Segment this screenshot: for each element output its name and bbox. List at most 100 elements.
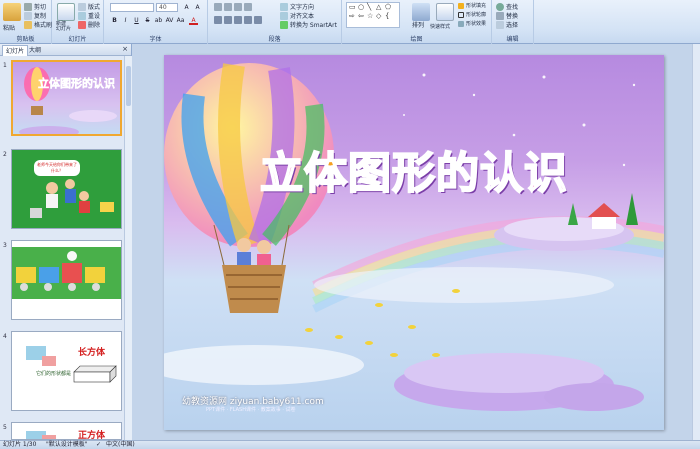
close-icon[interactable]: × (122, 45, 128, 53)
slides-pane: 幻灯片 大纲 × 1 立体图形的认识 2 老师今天给你们带来了什么？ 3 4 长… (0, 44, 132, 440)
font-name-combo[interactable] (110, 3, 154, 12)
title-char: 立 (259, 148, 304, 200)
pane-scrollbar[interactable] (124, 56, 132, 440)
slide-thumbnail-2[interactable]: 老师今天给你们带来了什么？ (11, 149, 122, 229)
arrange-button[interactable]: 排列 (412, 20, 424, 29)
title-char: 的 (435, 148, 480, 200)
title-char: 识 (523, 148, 568, 200)
align-right-icon (234, 16, 242, 24)
align-buttons[interactable] (214, 16, 262, 24)
language[interactable]: 中文(中国) (106, 441, 135, 449)
quick-styles-icon[interactable] (436, 3, 454, 21)
thumb4-caption: 它们的形状都是 (36, 371, 72, 377)
format-painter-button[interactable]: 格式刷 (24, 20, 52, 29)
text-direction-icon (280, 2, 288, 11)
slide-thumbnail-5[interactable]: 正方体 (11, 422, 122, 440)
indent-icon (234, 3, 242, 11)
columns-icon (254, 16, 262, 24)
title-char: 体 (303, 148, 348, 200)
spacing-button[interactable]: AV (165, 16, 174, 25)
smartart-button[interactable]: 转换为 SmartArt (280, 20, 337, 29)
paste-button[interactable]: 粘贴 (3, 23, 15, 32)
outdent-icon (244, 3, 252, 11)
font-group: 40 A A B I U S ab AV Aa A 字体 (104, 0, 208, 44)
new-slide-button[interactable]: 新建 幻灯片 (56, 22, 71, 32)
paragraph-group: 文字方向 对齐文本 转换为 SmartArt 段落 (208, 0, 342, 44)
new-slide-icon[interactable] (57, 3, 75, 21)
paste-icon[interactable] (3, 3, 21, 21)
scissors-icon (24, 2, 32, 11)
reset-icon (78, 11, 86, 20)
slides-label: 幻灯片 (68, 36, 87, 43)
text-direction-button[interactable]: 文字方向 (280, 2, 314, 11)
replace-button[interactable]: 替换 (496, 11, 518, 20)
delete-icon (78, 20, 86, 29)
font-size-combo[interactable]: 40 (156, 3, 178, 12)
tab-outline[interactable]: 大纲 (26, 45, 44, 56)
smartart-icon (280, 20, 288, 29)
align-text-button[interactable]: 对齐文本 (280, 11, 314, 20)
cut-button[interactable]: 剪切 (24, 2, 46, 11)
shapes-gallery[interactable]: ▭ ○ ╲ △ ⬠ ⇨ ⇦ ☆ ◇{ (346, 2, 400, 28)
delete-button[interactable]: 删除 (78, 20, 100, 29)
shape-fill-button[interactable]: 形状填充 (458, 2, 486, 9)
thumb-number: 4 (3, 333, 7, 340)
find-button[interactable]: 查找 (496, 2, 518, 11)
find-icon (496, 2, 504, 11)
bullets-button[interactable] (214, 3, 252, 11)
thumb3-art (12, 247, 121, 299)
title-char: 图 (347, 148, 392, 200)
shape-outline-button[interactable]: 形状轮廓 (458, 11, 486, 18)
drawing-group: ▭ ○ ╲ △ ⬠ ⇨ ⇦ ☆ ◇{ 排列 快速样式 形状填充 形状轮廓 形状效果 绘图 (342, 0, 492, 44)
drawing-label: 绘图 (410, 36, 423, 43)
title-char: 形 (391, 148, 436, 200)
italic-button[interactable]: I (121, 16, 130, 25)
brush-icon (24, 20, 32, 29)
quick-styles-button[interactable]: 快速样式 (430, 23, 450, 30)
case-button[interactable]: Aa (176, 16, 185, 25)
thumb1-art (19, 67, 117, 134)
pane-tabs: 幻灯片 大纲 × (0, 44, 131, 56)
numbering-icon (224, 3, 232, 11)
copy-button[interactable]: 复制 (24, 11, 46, 20)
slide-title[interactable]: 立体图形的认识 (259, 139, 568, 201)
bold-button[interactable]: B (110, 16, 119, 25)
font-label: 字体 (149, 36, 162, 43)
status-bar: 幻灯片 1/30 "默认设计模板" ✓ 中文(中国) (0, 440, 700, 449)
thumb-number: 3 (3, 242, 7, 249)
title-char: 认 (479, 148, 524, 200)
grow-font-button[interactable]: A (182, 3, 191, 12)
thumb-number: 2 (3, 151, 7, 158)
slide-thumbnail-3[interactable] (11, 240, 122, 320)
layout-button[interactable]: 版式 (78, 2, 100, 11)
copy-icon (24, 11, 32, 20)
select-button[interactable]: 选择 (496, 20, 518, 29)
canvas-scrollbar[interactable] (692, 44, 700, 440)
slides-group: 新建 幻灯片 版式 重设 删除 幻灯片 (52, 0, 104, 44)
slide-thumbnail-4[interactable]: 长方体 它们的形状都是 (11, 331, 122, 411)
strike-button[interactable]: S (143, 16, 152, 25)
effects-icon (458, 20, 464, 27)
ribbon: 粘贴 剪切 复制 格式刷 剪贴板 新建 幻灯片 版式 重设 删除 幻灯片 40 … (0, 0, 700, 44)
align-text-icon (280, 11, 288, 20)
slide[interactable]: 立体图形的认识 幼教资源网 ziyuan.baby611.com PPT课件 ·… (164, 55, 664, 430)
shadow-button[interactable]: ab (154, 16, 163, 25)
thumb5-art (26, 431, 56, 439)
layout-icon (78, 2, 86, 11)
theme-name: "默认设计模板" (46, 441, 88, 448)
thumb-number: 5 (3, 424, 7, 431)
clipboard-group: 粘贴 剪切 复制 格式刷 剪贴板 (0, 0, 52, 44)
shape-effects-button[interactable]: 形状效果 (458, 20, 486, 27)
bullets-icon (214, 3, 222, 11)
arrange-icon[interactable] (412, 3, 430, 21)
font-color-button[interactable]: A (189, 16, 198, 25)
shrink-font-button[interactable]: A (193, 3, 202, 12)
thumb2-bubble: 老师今天给你们带来了什么？ (34, 160, 80, 176)
underline-button[interactable]: U (132, 16, 141, 25)
slide-thumbnail-1[interactable]: 立体图形的认识 (11, 60, 122, 136)
reset-button[interactable]: 重设 (78, 11, 100, 20)
scroll-thumb[interactable] (126, 66, 131, 106)
tab-slides[interactable]: 幻灯片 (2, 45, 29, 56)
paragraph-label: 段落 (268, 36, 281, 43)
thumb-number: 1 (3, 62, 7, 69)
